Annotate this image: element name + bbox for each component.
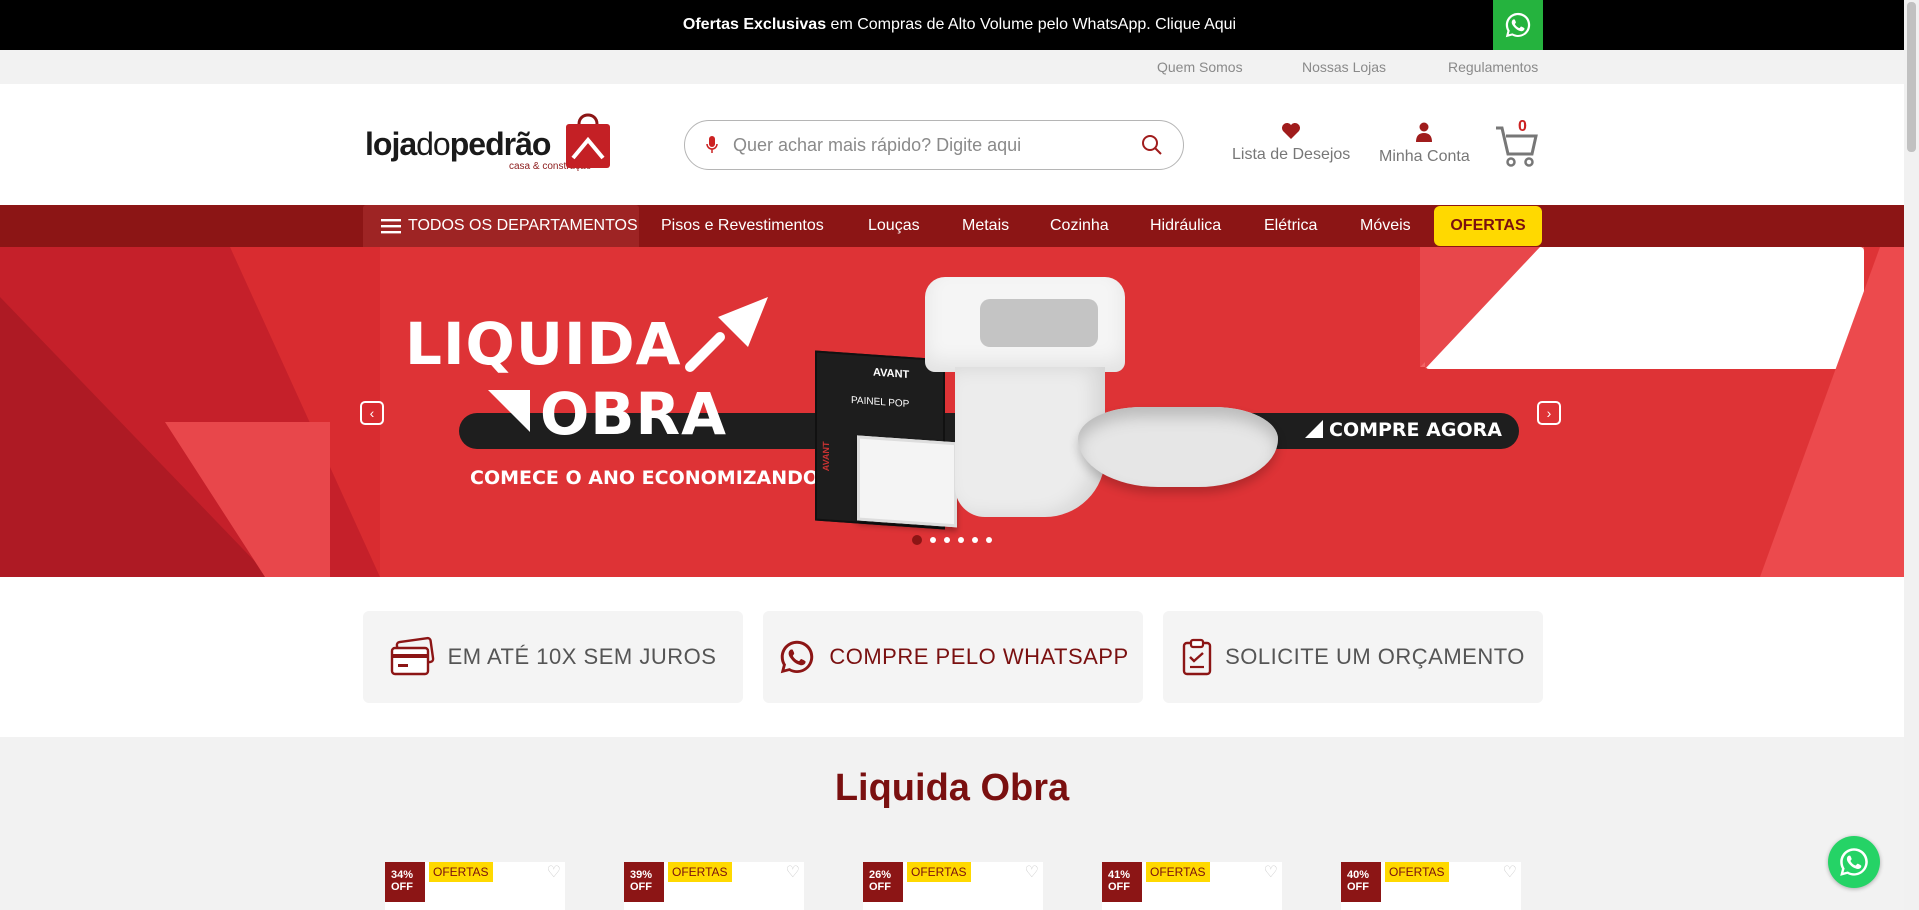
cart-button[interactable]: 0 [1494, 118, 1542, 170]
cart-icon [1496, 126, 1538, 167]
slider-dot-5[interactable] [972, 537, 978, 543]
hamburger-icon [381, 219, 401, 234]
offer-tag: OFERTAS [668, 862, 732, 882]
slider-dot-2[interactable] [930, 537, 936, 543]
feature-installments[interactable]: EM ATÉ 10X SEM JUROS [363, 611, 743, 703]
slider-dot-4[interactable] [958, 537, 964, 543]
clipboard-icon [1182, 638, 1212, 676]
promo-rest: em Compras de Alto Volume pelo WhatsApp.… [826, 16, 1237, 33]
user-icon [1416, 122, 1433, 142]
utility-bar: Quem Somos Nossas Lojas Regulamentos [0, 50, 1919, 84]
search-icon[interactable] [1141, 134, 1163, 156]
util-link-regulamentos[interactable]: Regulamentos [1448, 59, 1538, 75]
trowel-icon [685, 297, 768, 372]
offer-tag: OFERTAS [1146, 862, 1210, 882]
microphone-icon[interactable] [705, 135, 719, 155]
whatsapp-icon[interactable] [1493, 0, 1543, 50]
nav-item-eletrica[interactable]: Elétrica [1264, 205, 1317, 247]
nav-offers[interactable]: OFERTAS [1434, 206, 1542, 246]
whatsapp-icon [1840, 848, 1868, 876]
feature-label: EM ATÉ 10X SEM JUROS [447, 644, 717, 669]
section-title: Liquida Obra [834, 767, 1070, 809]
feature-whatsapp[interactable]: COMPRE PELO WHATSAPP [763, 611, 1143, 703]
slider-dot-6[interactable] [986, 537, 992, 543]
offer-tag: OFERTAS [907, 862, 971, 882]
hero-prev-arrow[interactable]: ‹ [360, 401, 384, 425]
triangle-icon [488, 390, 530, 432]
offer-tag: OFERTAS [429, 862, 493, 882]
brand-label-side: AVANT [821, 441, 831, 472]
heart-icon[interactable]: ♡ [547, 862, 561, 882]
product-card[interactable]: 34% OFF OFERTAS ♡ [385, 862, 565, 910]
chevron-left-icon: ‹ [369, 405, 375, 421]
liquida-obra-section: Liquida Obra 34% OFF OFERTAS ♡ 39% OFF OFE… [0, 737, 1904, 910]
heart-icon [1282, 123, 1301, 139]
feature-label: SOLICITE UM ORÇAMENTO [1225, 644, 1525, 669]
nav-item-pisos[interactable]: Pisos e Revestimentos [661, 205, 824, 247]
hero-cta-label: COMPRE AGORA [1329, 419, 1502, 441]
promo-text[interactable]: Ofertas Exclusivas em Compras de Alto Vo… [683, 16, 1236, 34]
nav-item-loucas[interactable]: Louças [868, 205, 920, 247]
shopping-bag-icon [566, 113, 610, 168]
slider-dot-3[interactable] [944, 537, 950, 543]
wishlist-link[interactable]: Lista de Desejos [1232, 122, 1350, 164]
discount-badge: 26% OFF [863, 862, 903, 902]
product-card[interactable]: 39% OFF OFERTAS ♡ [624, 862, 804, 910]
product-label: PAINEL POP [851, 394, 910, 411]
nav-item-metais[interactable]: Metais [962, 205, 1009, 247]
main-nav: TODOS OS DEPARTAMENTOS Pisos e Revestime… [0, 205, 1919, 247]
slider-dots [912, 535, 992, 545]
product-card[interactable]: 41% OFF OFERTAS ♡ [1102, 862, 1282, 910]
nav-item-hidraulica[interactable]: Hidráulica [1150, 205, 1221, 247]
heart-icon[interactable]: ♡ [1025, 862, 1039, 882]
hero-banner[interactable]: LIQUIDA OBRA COMECE O ANO ECONOMIZANDO! … [0, 247, 1904, 577]
feature-label: COMPRE PELO WHATSAPP [829, 644, 1129, 669]
toilet-product [925, 277, 1125, 517]
heart-icon[interactable]: ♡ [786, 862, 800, 882]
heart-icon[interactable]: ♡ [1503, 862, 1517, 882]
hero-title-line1: LIQUIDA [405, 310, 682, 378]
nav-item-cozinha[interactable]: Cozinha [1050, 205, 1109, 247]
search-bar[interactable] [684, 120, 1184, 170]
whatsapp-float-button[interactable] [1828, 836, 1880, 888]
product-card[interactable]: 26% OFF OFERTAS ♡ [863, 862, 1043, 910]
util-link-quem-somos[interactable]: Quem Somos [1157, 59, 1243, 75]
nav-all-departments[interactable]: TODOS OS DEPARTAMENTOS [363, 205, 639, 247]
promo-bold: Ofertas Exclusivas [682, 16, 827, 33]
heart-icon[interactable]: ♡ [1264, 862, 1278, 882]
search-input[interactable] [733, 134, 1141, 156]
hero-next-arrow[interactable]: › [1537, 401, 1561, 425]
offer-tag: OFERTAS [1385, 862, 1449, 882]
feature-quote[interactable]: SOLICITE UM ORÇAMENTO [1163, 611, 1543, 703]
slider-dot-1[interactable] [912, 535, 922, 545]
whatsapp-icon [781, 640, 814, 674]
discount-badge: 40% OFF [1341, 862, 1381, 902]
nav-item-moveis[interactable]: Móveis [1360, 205, 1411, 247]
promo-bar[interactable]: Ofertas Exclusivas em Compras de Alto Vo… [0, 0, 1919, 50]
hero-subtitle: COMECE O ANO ECONOMIZANDO! [470, 467, 828, 489]
scrollbar-thumb[interactable] [1907, 2, 1916, 152]
product-card[interactable]: 40% OFF OFERTAS ♡ [1341, 862, 1521, 910]
credit-card-icon [390, 636, 434, 676]
account-link[interactable]: Minha Conta [1379, 122, 1470, 166]
logo-wordmark: lojadopedrão [365, 126, 551, 162]
hero-title-line2: OBRA [540, 380, 728, 448]
features-row: EM ATÉ 10X SEM JUROS COMPRE PELO WHATSAP… [363, 611, 1543, 703]
basin-product [1078, 407, 1278, 487]
hero-cta-button[interactable]: COMPRE AGORA [1305, 419, 1502, 441]
discount-badge: 39% OFF [624, 862, 664, 902]
brand-label: AVANT [873, 366, 910, 382]
discount-badge: 34% OFF [385, 862, 425, 902]
wishlist-label: Lista de Desejos [1232, 146, 1351, 163]
util-link-nossas-lojas[interactable]: Nossas Lojas [1302, 59, 1386, 75]
cart-count: 0 [1518, 118, 1527, 135]
triangle-icon [1305, 420, 1323, 438]
header: lojadopedrão casa & construção Lista de … [0, 84, 1919, 205]
chevron-right-icon: › [1546, 405, 1552, 421]
nav-all-label: TODOS OS DEPARTAMENTOS [408, 217, 638, 234]
logo[interactable]: lojadopedrão casa & construção [363, 106, 613, 176]
account-label: Minha Conta [1379, 148, 1470, 165]
discount-badge: 41% OFF [1102, 862, 1142, 902]
